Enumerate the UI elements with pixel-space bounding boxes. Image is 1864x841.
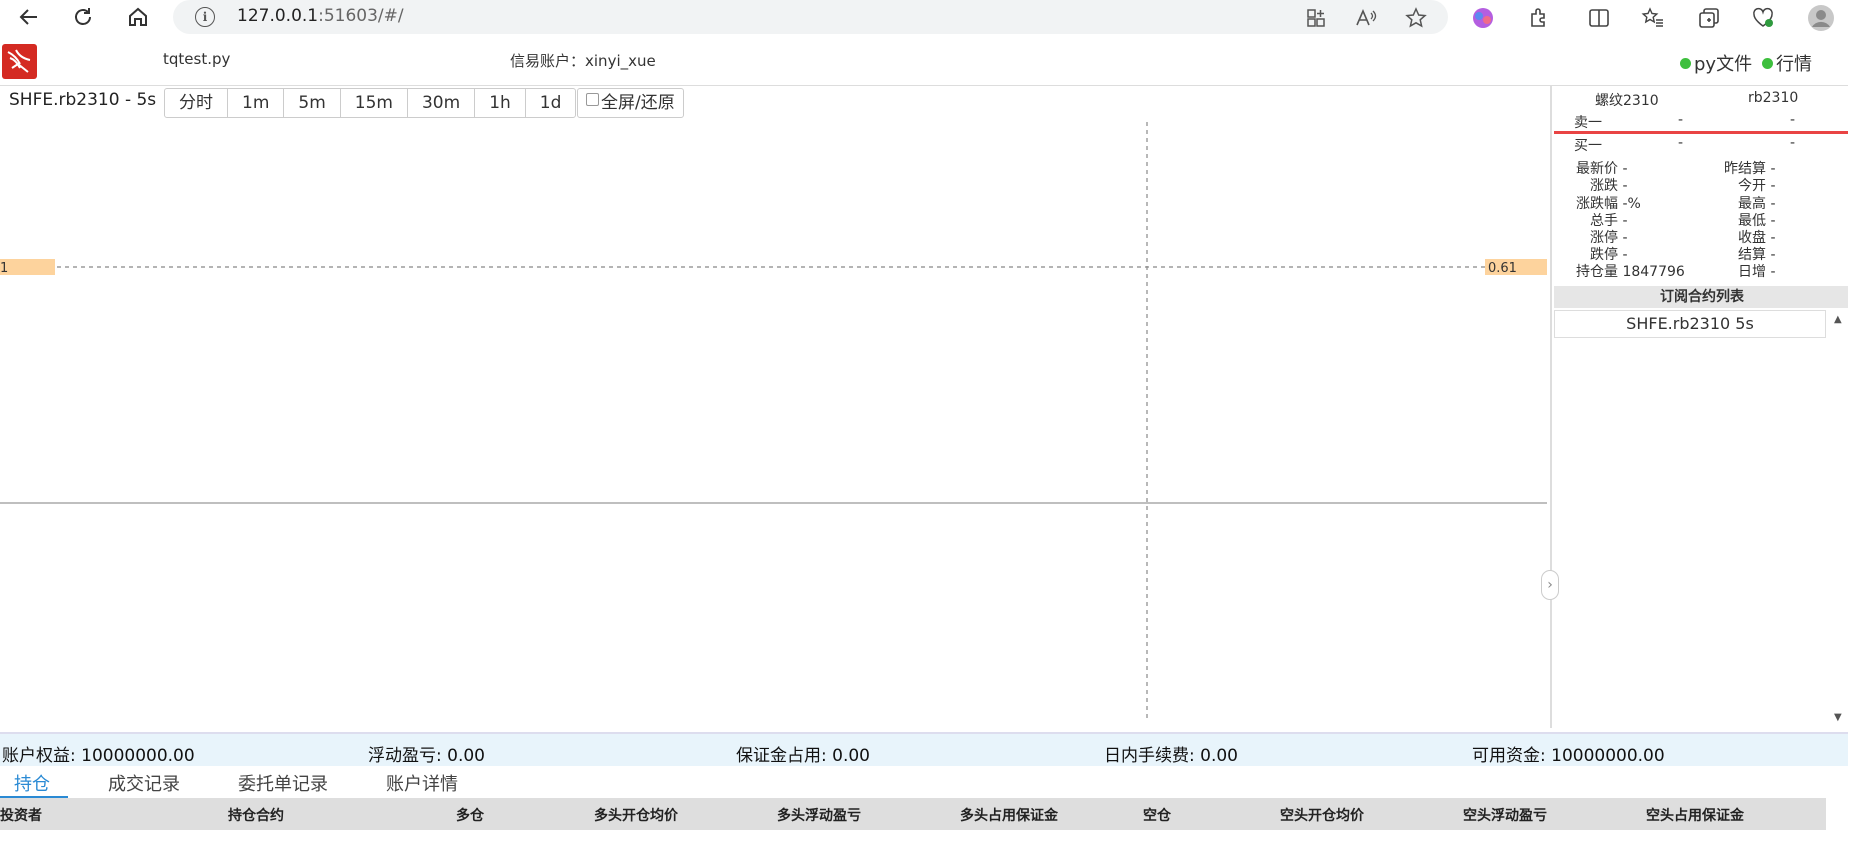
floating-pnl: 浮动盈亏: 0.00 [368,746,485,766]
kline-chart-panel: SHFE.rb2310 - 5s 分时 1m 5m 15m 30m 1h 1d … [0,86,1547,728]
quote-field-change: 涨跌 - [1590,178,1628,194]
ask-price: - [1678,112,1684,128]
account-equity: 账户权益: 10000000.00 [2,746,195,766]
period-button-1h[interactable]: 1h [475,89,526,117]
account-info: 信易账户：xinyi_xue [510,52,656,70]
collections-icon[interactable] [1694,4,1724,32]
intraday-fee: 日内手续费: 0.00 [1104,746,1238,766]
spread-divider [1554,131,1850,134]
left-axis-label: 1 [0,261,8,276]
contract-code: rb2310 [1748,90,1799,106]
scroll-down-arrow-icon[interactable]: ▼ [1834,712,1842,723]
copilot-icon[interactable] [1468,4,1498,32]
tab-trades[interactable]: 成交记录 [108,770,180,796]
sidebar-collapse-chevron-icon[interactable]: › [1541,570,1559,600]
split-screen-icon[interactable] [1584,4,1614,32]
quote-sidebar: 螺纹2310 rb2310 卖一 - - 买一 - - 最新价 - 涨跌 - 涨… [1550,86,1850,728]
quote-field-open: 今开 - [1738,178,1776,194]
column-header-short-position: 空仓 [1143,808,1171,824]
column-header-investor: 投资者 [0,808,42,824]
fullscreen-checkbox[interactable] [586,92,599,106]
reload-icon[interactable] [66,2,100,32]
favorite-star-icon[interactable] [1401,4,1431,32]
chart-symbol-title: SHFE.rb2310 - 5s [9,90,157,110]
period-button-5m[interactable]: 5m [284,89,341,117]
script-file-name: tqtest.py [163,50,231,68]
tab-account-details[interactable]: 账户详情 [386,770,458,796]
account-summary-bar: 账户权益: 10000000.00 浮动盈亏: 0.00 保证金占用: 0.00… [0,732,1848,766]
bid-volume: - [1790,135,1796,151]
bid-label: 买一 [1574,138,1602,154]
favorites-list-icon[interactable] [1638,4,1668,32]
tab-orders[interactable]: 委托单记录 [238,770,328,796]
app-available-icon[interactable] [1301,4,1331,32]
quote-field-daily-increase: 日增 - [1738,264,1776,280]
subscription-item[interactable]: SHFE.rb2310 5s [1554,310,1826,338]
period-button-1m[interactable]: 1m [228,89,285,117]
column-header-short-margin: 空头占用保证金 [1646,808,1744,824]
margin-used: 保证金占用: 0.00 [736,746,870,766]
vertical-scrollbar[interactable] [1848,36,1864,841]
quote-field-open-interest: 持仓量 1847796 [1576,264,1685,280]
browser-toolbar: i 127.0.0.1:51603/#/ [0,0,1864,36]
ask-label: 卖一 [1574,115,1602,131]
py-file-status: py文件 [1680,50,1752,76]
period-button-15m[interactable]: 15m [341,89,408,117]
column-header-long-margin: 多头占用保证金 [960,808,1058,824]
quote-status: 行情 [1762,50,1812,76]
app-header: tqtest.py 信易账户：xinyi_xue py文件 行情 [0,38,1848,86]
profile-avatar-icon[interactable] [1806,4,1836,32]
period-button-1d[interactable]: 1d [526,89,576,117]
column-header-short-float-pnl: 空头浮动盈亏 [1463,808,1547,824]
site-info-icon[interactable]: i [195,7,215,27]
status-dot-icon [1680,57,1691,69]
contract-name: 螺纹2310 [1595,93,1659,109]
chart-plot-area[interactable]: 1 0.61 [0,122,1547,722]
bottom-tabs: 持仓 成交记录 委托单记录 账户详情 [0,766,1848,798]
available-funds: 可用资金: 10000000.00 [1472,746,1665,766]
period-button-fenshi[interactable]: 分时 [165,89,228,117]
back-icon[interactable] [12,2,46,32]
column-header-long-avg-price: 多头开仓均价 [594,808,678,824]
subscription-list-title: 订阅合约列表 [1554,286,1850,308]
positions-table-header: 投资者 持仓合约 多仓 多头开仓均价 多头浮动盈亏 多头占用保证金 空仓 空头开… [0,798,1826,830]
ask-volume: - [1790,112,1796,128]
status-dot-icon [1762,57,1773,69]
tianqin-logo-icon [2,44,37,79]
right-axis-label: 0.61 [1488,261,1517,276]
bid-price: - [1678,135,1684,151]
scroll-up-arrow-icon[interactable]: ▲ [1834,314,1842,325]
extensions-icon[interactable] [1524,4,1554,32]
home-icon[interactable] [121,2,155,32]
column-header-short-avg-price: 空头开仓均价 [1280,808,1364,824]
url-text[interactable]: 127.0.0.1:51603/#/ [237,6,404,26]
tab-positions[interactable]: 持仓 [14,770,50,796]
period-button-30m[interactable]: 30m [408,89,476,117]
read-aloud-icon[interactable] [1351,4,1381,32]
address-bar[interactable]: i 127.0.0.1:51603/#/ [173,0,1448,34]
column-header-contract: 持仓合约 [228,808,284,824]
browser-health-icon[interactable] [1748,4,1778,32]
period-selector: 分时 1m 5m 15m 30m 1h 1d [164,88,577,118]
column-header-long-float-pnl: 多头浮动盈亏 [777,808,861,824]
column-header-long-position: 多仓 [456,808,484,824]
fullscreen-toggle[interactable]: 全屏/还原 [577,88,684,118]
